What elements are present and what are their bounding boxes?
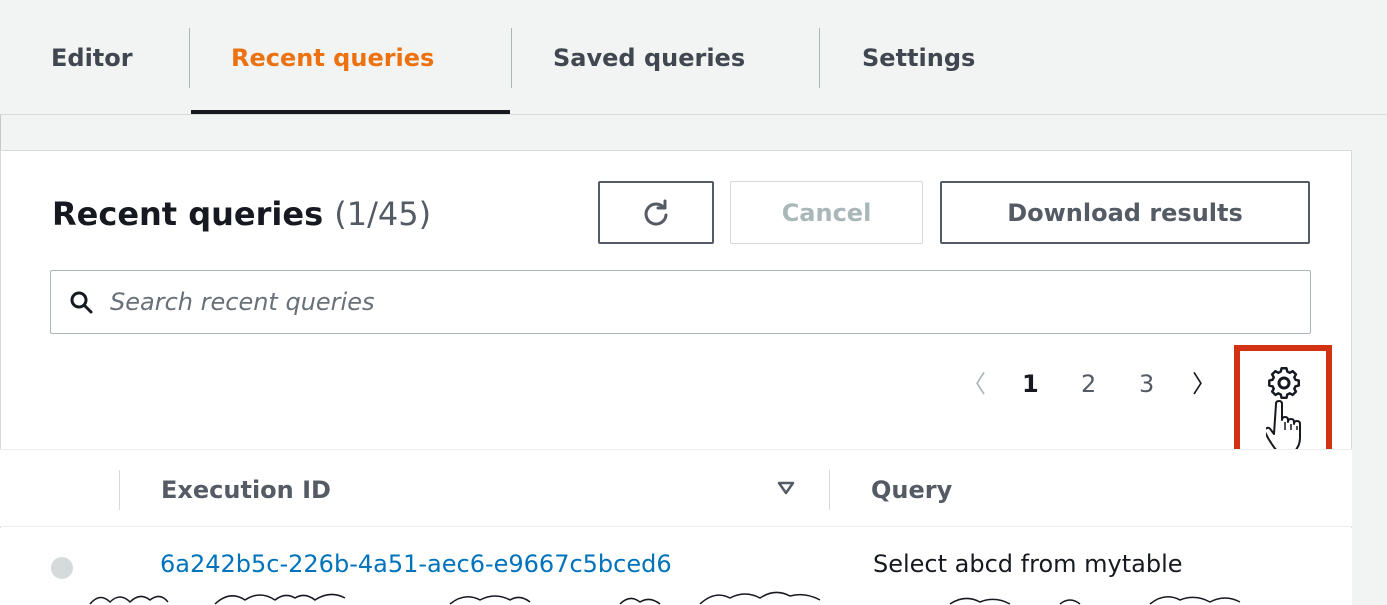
execution-id-link[interactable]: 6a242b5c-226b-4a51-aec6-e9667c5bced6 xyxy=(160,550,672,578)
next-page-button[interactable]: 〉 xyxy=(1192,362,1222,406)
tab-settings[interactable]: Settings xyxy=(862,0,975,115)
download-results-button[interactable]: Download results xyxy=(940,181,1310,244)
tab-recent-queries[interactable]: Recent queries xyxy=(231,0,434,115)
tab-separator xyxy=(511,28,512,88)
column-separator xyxy=(829,470,830,510)
search-icon xyxy=(66,287,96,317)
hand-cursor-icon xyxy=(1266,400,1301,453)
refresh-button[interactable] xyxy=(598,181,714,244)
tab-editor[interactable]: Editor xyxy=(51,0,133,115)
page-3-button[interactable]: 3 xyxy=(1139,362,1154,406)
preferences-button[interactable] xyxy=(1266,365,1302,401)
column-header-execution-id[interactable]: Execution ID xyxy=(161,450,331,528)
column-separator xyxy=(119,470,120,510)
refresh-icon xyxy=(644,199,668,226)
page-2-button[interactable]: 2 xyxy=(1081,362,1096,406)
row-select-radio[interactable] xyxy=(51,557,73,579)
page-1-button[interactable]: 1 xyxy=(1022,362,1039,406)
column-header-query[interactable]: Query xyxy=(871,450,952,528)
active-tab-indicator xyxy=(191,110,510,114)
query-cell: Select abcd from mytable xyxy=(873,550,1183,578)
tab-separator xyxy=(189,28,190,88)
tab-bar: Editor Recent queries Saved queries Sett… xyxy=(0,0,1387,115)
cancel-button[interactable]: Cancel xyxy=(730,181,923,244)
table-header: Execution ID Query xyxy=(0,449,1352,527)
previous-page-button[interactable]: 〈 xyxy=(962,362,992,406)
selection-counter: (1/45) xyxy=(334,195,432,233)
tab-saved-queries[interactable]: Saved queries xyxy=(553,0,745,115)
page-title: Recent queries (1/45) xyxy=(52,195,431,233)
obscured-row-text xyxy=(89,591,1241,605)
sort-descending-icon[interactable] xyxy=(777,480,795,496)
gear-icon xyxy=(1268,367,1301,400)
page-title-text: Recent queries xyxy=(52,195,324,233)
tab-separator xyxy=(819,28,820,88)
search-box xyxy=(50,270,1311,334)
search-input[interactable] xyxy=(96,274,1286,330)
